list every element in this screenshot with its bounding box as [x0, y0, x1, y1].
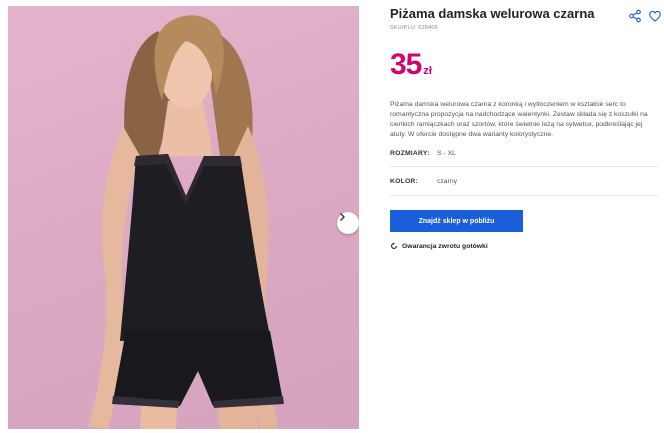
product-image	[8, 6, 359, 429]
sizes-row: ROZMIARY: S - XL	[390, 150, 658, 157]
refresh-icon	[391, 242, 397, 249]
price: 35 zł	[390, 48, 432, 82]
divider	[390, 195, 658, 196]
next-image-button[interactable]	[337, 212, 359, 234]
chevron-right-icon	[340, 213, 345, 221]
guarantee-label: Gwarancja zwrotu gotówki	[402, 242, 488, 250]
price-amount: 35	[390, 48, 422, 81]
sizes-value: S - XL	[437, 150, 456, 157]
product-title: Piżama damska welurowa czarna	[390, 6, 595, 21]
color-value: czarny	[437, 178, 458, 185]
share-icon[interactable]	[628, 9, 642, 23]
price-currency: zł	[423, 65, 432, 77]
color-row: KOLOR: czarny	[390, 178, 658, 185]
money-back-guarantee-link[interactable]: Gwarancja zwrotu gotówki	[390, 242, 488, 250]
sizes-label: ROZMIARY:	[390, 150, 430, 157]
model-illustration	[88, 15, 284, 429]
find-store-button[interactable]: Znajdź sklep w pobliżu	[390, 210, 523, 232]
heart-icon[interactable]	[648, 9, 662, 23]
product-description: Piżama damska welurowa czarna z koronką …	[390, 101, 648, 138]
divider	[390, 166, 658, 167]
sku-label: SKU/PLU: 628406	[390, 25, 438, 31]
color-label: KOLOR:	[390, 178, 419, 185]
